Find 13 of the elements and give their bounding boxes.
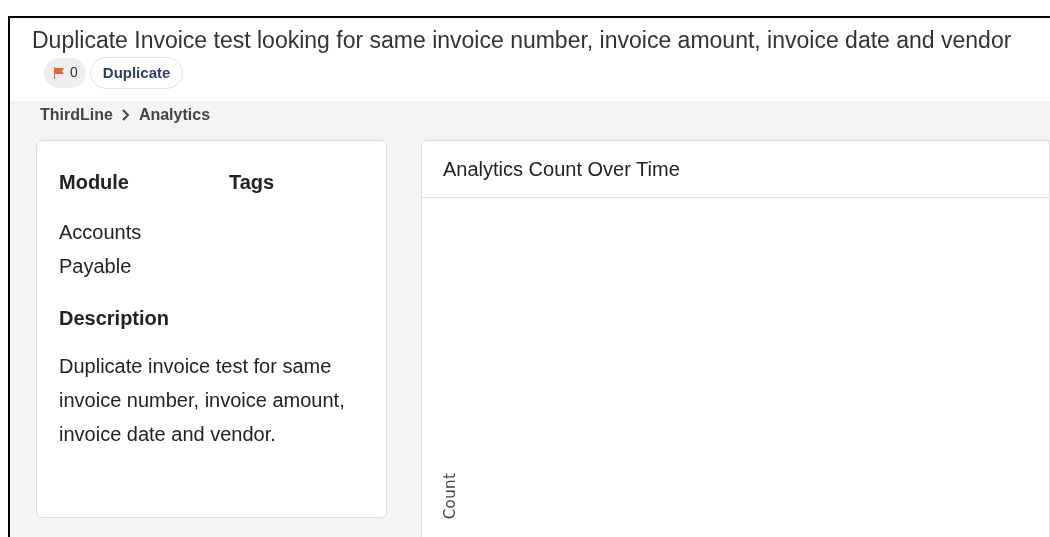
breadcrumb-link[interactable]: Analytics bbox=[138, 102, 211, 127]
description-label: Description bbox=[59, 305, 171, 331]
tags-label: Tags bbox=[229, 169, 275, 195]
chevron-right-icon bbox=[120, 108, 131, 121]
description-text: Duplicate invoice test for same invoice number, invoice amount, invoice date and vendor. bbox=[59, 353, 346, 447]
chart-title: Analytics Count Over Time bbox=[443, 156, 680, 182]
breadcrumb-link[interactable]: ThirdLine bbox=[40, 102, 113, 127]
flag-icon bbox=[52, 65, 66, 80]
module-label: Module bbox=[59, 169, 130, 195]
y-axis-label: Count bbox=[439, 472, 460, 520]
page-title: Duplicate Invoice test looking for same invoice number, invoice amount, invoice date and vendor bbox=[32, 27, 1012, 53]
flag-badge: 0 bbox=[44, 57, 86, 88]
module-value: Accounts Payable bbox=[59, 219, 143, 279]
